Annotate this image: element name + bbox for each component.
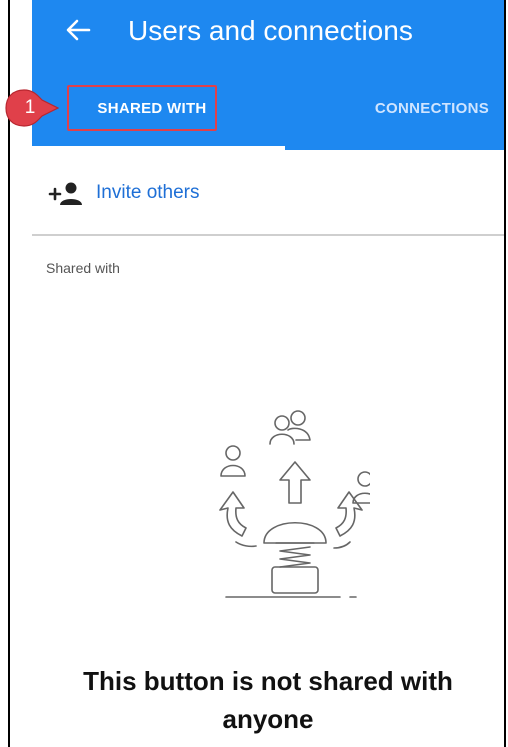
empty-state-line-1: This button is not shared with [83,666,453,696]
section-label-shared-with: Shared with [46,260,120,276]
back-arrow-icon [66,19,91,41]
invite-others-button[interactable]: Invite others [32,152,504,234]
tab-selected-indicator [32,146,285,150]
divider [32,234,504,236]
tab-highlight-box [67,85,217,131]
back-button[interactable] [60,12,96,48]
step-number: 1 [24,97,36,118]
add-person-icon [48,182,82,205]
tab-connections[interactable]: CONNECTIONS [337,85,504,131]
springboard-people-illustration [219,410,370,598]
page-title: Users and connections [128,15,413,46]
empty-state-line-2: anyone [222,704,314,734]
invite-others-label: Invite others [96,182,200,203]
empty-state-message: This button is not shared with anyone [32,662,504,738]
